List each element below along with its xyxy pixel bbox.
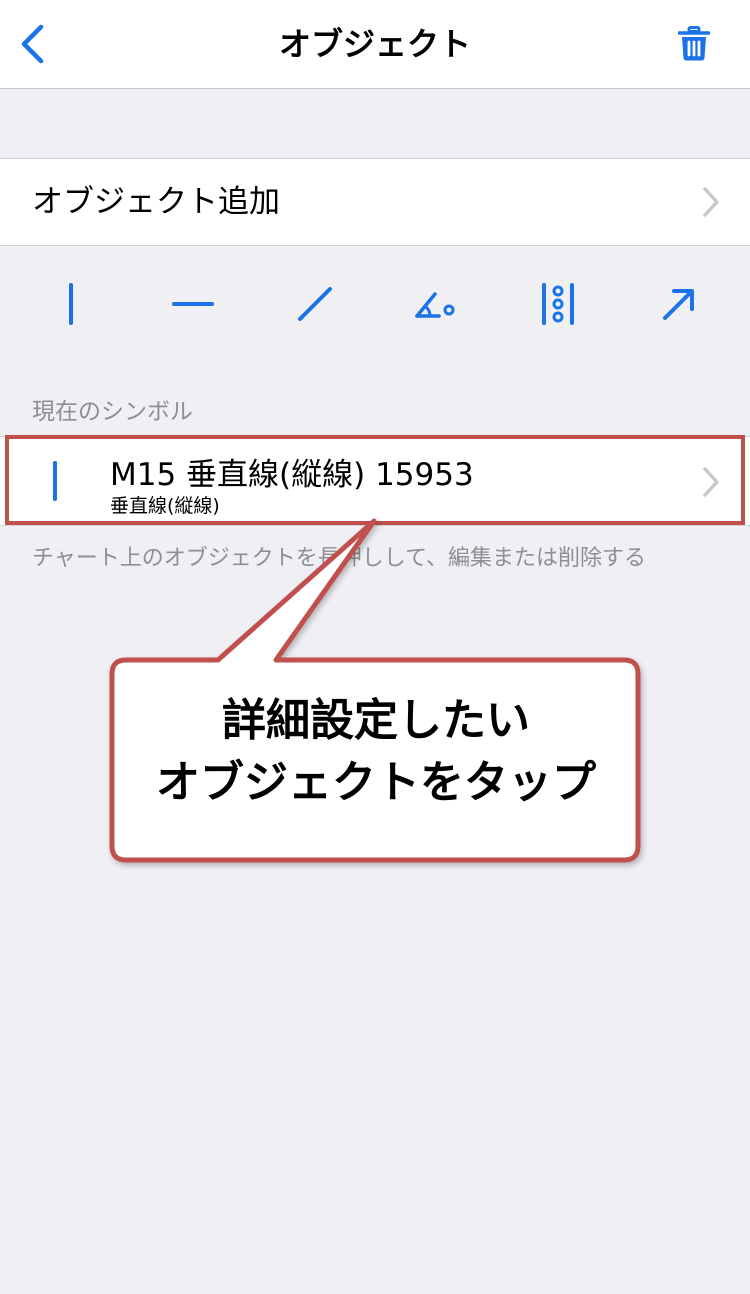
horizontal-line-tool[interactable]: [157, 268, 229, 340]
callout-line-2: オブジェクトをタップ: [156, 757, 596, 808]
arrow-icon: [663, 289, 694, 320]
delete-button[interactable]: [668, 18, 720, 70]
navigation-bar: オブジェクト: [0, 0, 750, 89]
fibonacci-icon: [542, 283, 574, 325]
back-button[interactable]: [10, 20, 54, 68]
horizontal-line-icon: [172, 302, 214, 306]
section-footer-note: チャート上のオブジェクトを長押しして、編集または削除する: [32, 546, 647, 571]
callout-text: 詳細設定したい オブジェクトをタップ: [114, 690, 638, 814]
add-object-row[interactable]: オブジェクト追加: [0, 158, 750, 246]
fibonacci-tool[interactable]: [522, 268, 594, 340]
vertical-line-icon: [69, 283, 73, 325]
trash-icon: [678, 26, 710, 61]
trend-line-icon: [298, 287, 332, 321]
chevron-right-icon: [703, 467, 719, 497]
angle-line-icon: [415, 292, 455, 318]
vertical-line-tool[interactable]: [35, 268, 107, 340]
section-header-current-symbol: 現在のシンボル: [32, 399, 193, 425]
add-object-label: オブジェクト追加: [32, 184, 280, 220]
callout-line-1: 詳細設定したい: [222, 695, 530, 746]
angle-line-tool[interactable]: [401, 268, 473, 340]
object-title: M15 垂直線(縦線) 15953: [110, 457, 474, 493]
trend-line-tool[interactable]: [279, 268, 351, 340]
chevron-right-icon: [703, 187, 719, 217]
object-subtitle: 垂直線(縦線): [110, 495, 220, 517]
drawing-tools-bar: [0, 268, 750, 340]
vertical-line-icon: [53, 461, 57, 501]
page-title: オブジェクト: [278, 25, 471, 63]
arrow-tool[interactable]: [643, 268, 715, 340]
chevron-left-icon: [21, 24, 44, 64]
list-item-vertical-line-object[interactable]: M15 垂直線(縦線) 15953 垂直線(縦線): [0, 436, 750, 526]
